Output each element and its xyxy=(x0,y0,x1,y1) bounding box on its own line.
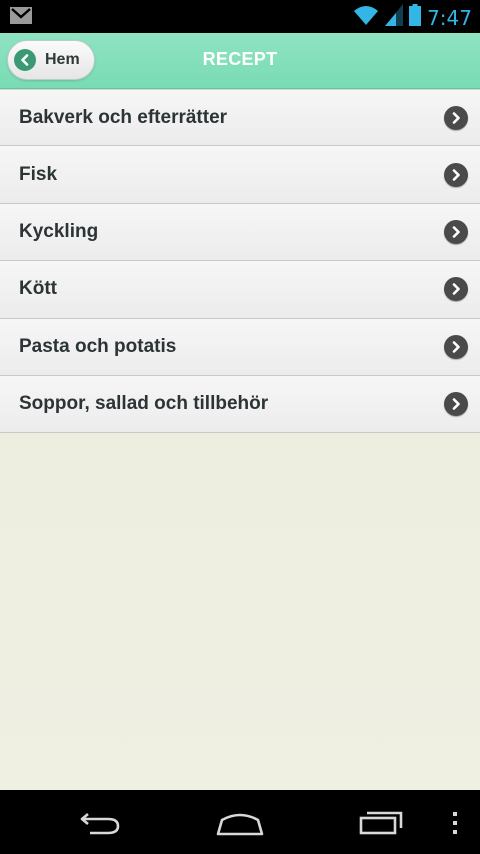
menu-overflow-icon[interactable] xyxy=(450,812,460,839)
list-item-label: Pasta och potatis xyxy=(19,335,177,357)
chevron-right-icon xyxy=(444,162,468,187)
list-item-kott[interactable]: Kött xyxy=(0,261,480,319)
chevron-right-icon xyxy=(444,219,468,244)
list-item-label: Soppor, sallad och tillbehör xyxy=(19,393,269,415)
chevron-right-icon xyxy=(444,392,468,417)
chevron-right-icon xyxy=(444,334,468,359)
list-item-fisk[interactable]: Fisk xyxy=(0,146,480,204)
list-item-label: Kyckling xyxy=(19,220,99,242)
header-bar: Hem RECEPT xyxy=(0,33,480,89)
page-title: RECEPT xyxy=(202,49,278,69)
recent-apps-icon[interactable] xyxy=(358,808,404,841)
list-item-kyckling[interactable]: Kyckling xyxy=(0,203,480,262)
signal-icon xyxy=(385,4,404,31)
chevron-right-icon xyxy=(444,277,468,302)
gmail-icon xyxy=(10,7,32,29)
navigation-bar xyxy=(0,790,480,854)
wifi-icon xyxy=(353,4,379,31)
category-list: Bakverk och efterrätter Fisk Kyckling Kö… xyxy=(0,89,480,434)
list-item-label: Kött xyxy=(19,278,57,300)
list-item-soppor[interactable]: Soppor, sallad och tillbehör xyxy=(0,375,480,434)
clock: 7:47 xyxy=(427,5,472,30)
list-item-label: Fisk xyxy=(19,163,58,185)
back-nav-icon[interactable] xyxy=(78,808,122,841)
home-nav-icon[interactable] xyxy=(216,808,264,841)
content-area: Bakverk och efterrätter Fisk Kyckling Kö… xyxy=(0,89,480,790)
chevron-right-icon xyxy=(444,105,468,130)
list-item-pasta[interactable]: Pasta och potatis xyxy=(0,318,480,376)
status-bar: 7:47 xyxy=(0,0,480,33)
list-item-label: Bakverk och efterrätter xyxy=(19,106,228,128)
list-item-bakverk[interactable]: Bakverk och efterrätter xyxy=(0,89,480,147)
battery-icon xyxy=(409,4,422,31)
